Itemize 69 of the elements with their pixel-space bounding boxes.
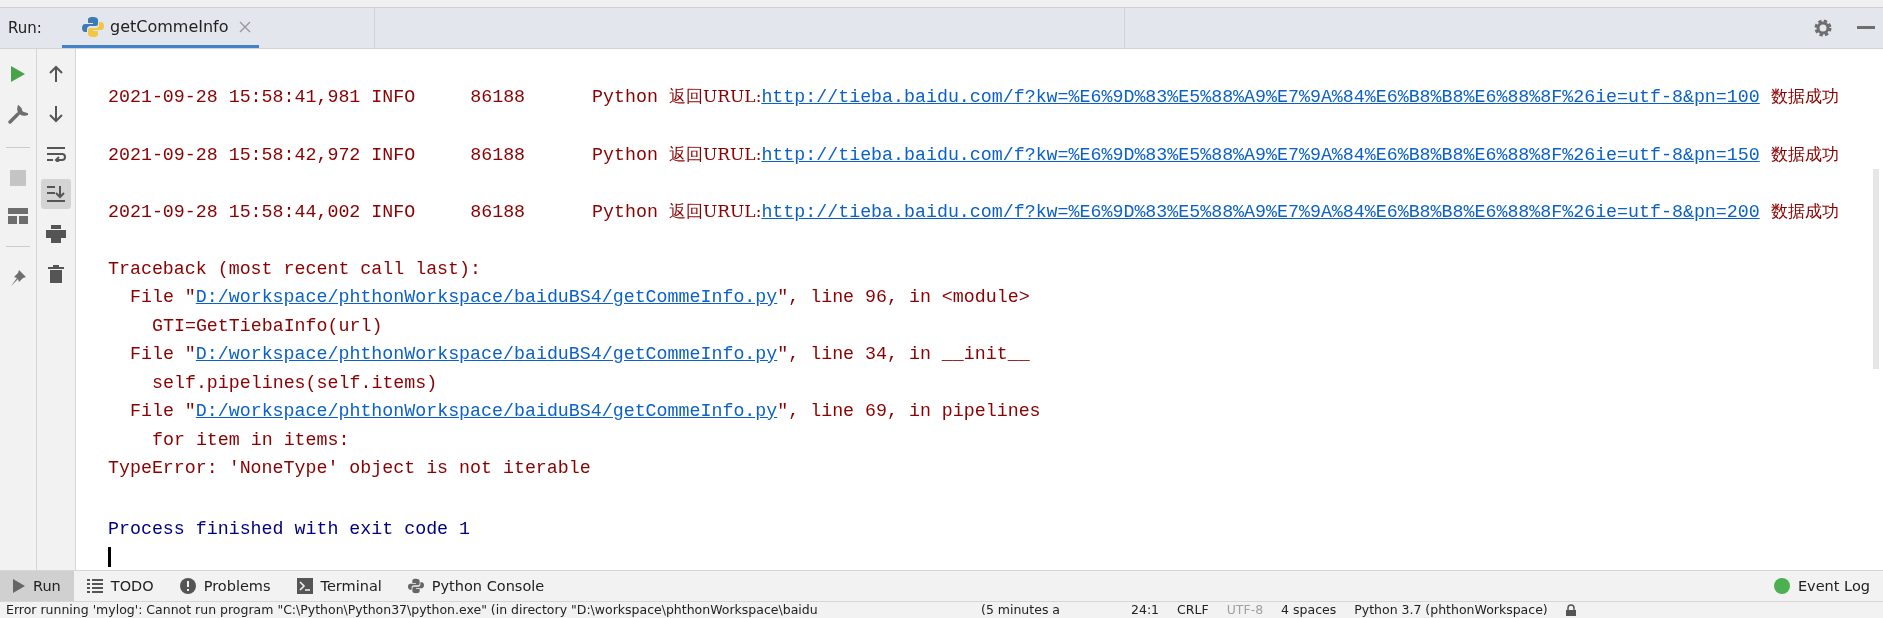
- status-item[interactable]: 24:1: [1131, 602, 1160, 618]
- process-id: 86188: [470, 87, 526, 107]
- scroll-to-end-icon: [46, 185, 66, 203]
- run-label: Run:: [8, 19, 43, 37]
- layout-icon[interactable]: [8, 208, 28, 224]
- tool-window-tab[interactable]: Python Console: [394, 571, 558, 601]
- traceback-code: for item in items:: [152, 429, 350, 450]
- text-cursor: [108, 547, 111, 568]
- minimize-icon[interactable]: [1857, 26, 1875, 30]
- process-id: 86188: [470, 144, 526, 165]
- status-item[interactable]: CRLF: [1177, 602, 1209, 618]
- tool-window-tab[interactable]: Problems: [166, 571, 284, 601]
- notification-icon: [1773, 578, 1790, 594]
- url-link[interactable]: http://tieba.baidu.com/f?kw=%E6%9D%83%E5%88%A9%E7%9A%84%E6%B8%B8%E6%88%8F%26ie=utf-8&pn=150: [761, 144, 1760, 165]
- printer-icon: [46, 225, 66, 243]
- url-link[interactable]: http://tieba.baidu.com/f?kw=%E6%9D%83%E5%88%A9%E7%9A%84%E6%B8%B8%E6%88%8F%26ie=utf-8&pn=200: [761, 202, 1760, 222]
- logger-name: Python: [592, 144, 658, 165]
- warning-icon: [179, 578, 196, 594]
- wrench-icon[interactable]: [8, 105, 28, 125]
- run-icon[interactable]: [10, 65, 26, 83]
- traceback-code: self.pipelines(self.items): [152, 372, 438, 393]
- event-log-button[interactable]: Event Log: [1760, 571, 1883, 601]
- url-link[interactable]: http://tieba.baidu.com/f?kw=%E6%9D%83%E5%88%A9%E7%9A%84%E6%B8%B8%E6%88%8F%26ie=utf-8&pn=100: [761, 87, 1760, 107]
- logger-name: Python: [592, 87, 658, 107]
- tool-window-tab[interactable]: TODO: [73, 571, 167, 601]
- log-timestamp: 2021-09-28 15:58:42,972: [108, 144, 361, 165]
- traceback-header: Traceback (most recent call last):: [108, 258, 481, 279]
- log-timestamp: 2021-09-28 15:58:41,981: [108, 87, 361, 107]
- up-arrow-icon: [48, 65, 64, 83]
- status-item[interactable]: 4 spaces: [1281, 602, 1337, 618]
- settings-icon[interactable]: [1813, 18, 1833, 38]
- file-link[interactable]: D:/workspace/phthonWorkspace/baiduBS4/getCommeInfo.py: [195, 287, 778, 307]
- pin-icon[interactable]: [9, 269, 27, 287]
- python-icon: [82, 15, 104, 38]
- wrap-icon: [46, 146, 66, 162]
- list-icon: [86, 579, 103, 593]
- log-timestamp: 2021-09-28 15:58:44,002: [108, 202, 361, 222]
- log-message: 返回URUL:: [668, 201, 762, 221]
- log-level: INFO: [371, 87, 416, 107]
- traceback-file-line: File "D:/workspace/phthonWorkspace/baiduBS4/getCommeInfo.py", line 34, in __init__: [130, 344, 1030, 364]
- file-link[interactable]: D:/workspace/phthonWorkspace/baiduBS4/getCommeInfo.py: [195, 344, 778, 364]
- trash-icon: [48, 265, 64, 283]
- traceback-code: GTI=GetTiebaInfo(url): [152, 315, 383, 336]
- down-arrow-icon: [48, 105, 64, 123]
- python-icon: [407, 578, 424, 594]
- status-time: (5 minutes a: [981, 602, 1062, 618]
- tool-window-tab[interactable]: Terminal: [283, 571, 395, 601]
- play-icon: [13, 579, 25, 593]
- status-message: Error running 'mylog': Cannot run program "C:\Python\Python37\python.exe" (in directory "D:\workspace\phthonWorkspace\baidu: [6, 602, 819, 618]
- result-text: 数据成功: [1770, 201, 1839, 221]
- log-level: INFO: [371, 144, 416, 165]
- terminal-icon: [296, 578, 313, 594]
- scroll-end-button[interactable]: [41, 179, 71, 209]
- traceback-file-line: File "D:/workspace/phthonWorkspace/baiduBS4/getCommeInfo.py", line 69, in pipelines: [130, 401, 1041, 421]
- tool-window-tab[interactable]: Run: [0, 571, 74, 601]
- file-link[interactable]: D:/workspace/phthonWorkspace/baiduBS4/getCommeInfo.py: [195, 401, 778, 421]
- log-message: 返回URUL:: [668, 86, 762, 106]
- configuration-tab[interactable]: getCommeInfo: [62, 8, 259, 48]
- status-item[interactable]: Python 3.7 (phthonWorkspace): [1354, 602, 1548, 618]
- process-id: 86188: [470, 202, 526, 222]
- logger-name: Python: [592, 202, 658, 222]
- log-level: INFO: [371, 202, 416, 222]
- result-text: 数据成功: [1770, 143, 1839, 164]
- exit-message: Process finished with exit code 1: [108, 518, 471, 539]
- lock-icon[interactable]: [1565, 604, 1576, 616]
- log-message: 返回URUL:: [668, 143, 762, 164]
- traceback-file-line: File "D:/workspace/phthonWorkspace/baiduBS4/getCommeInfo.py", line 96, in <module>: [130, 287, 1030, 307]
- result-text: 数据成功: [1770, 86, 1839, 106]
- error-message: TypeError: 'NoneType' object is not iterable: [108, 458, 591, 478]
